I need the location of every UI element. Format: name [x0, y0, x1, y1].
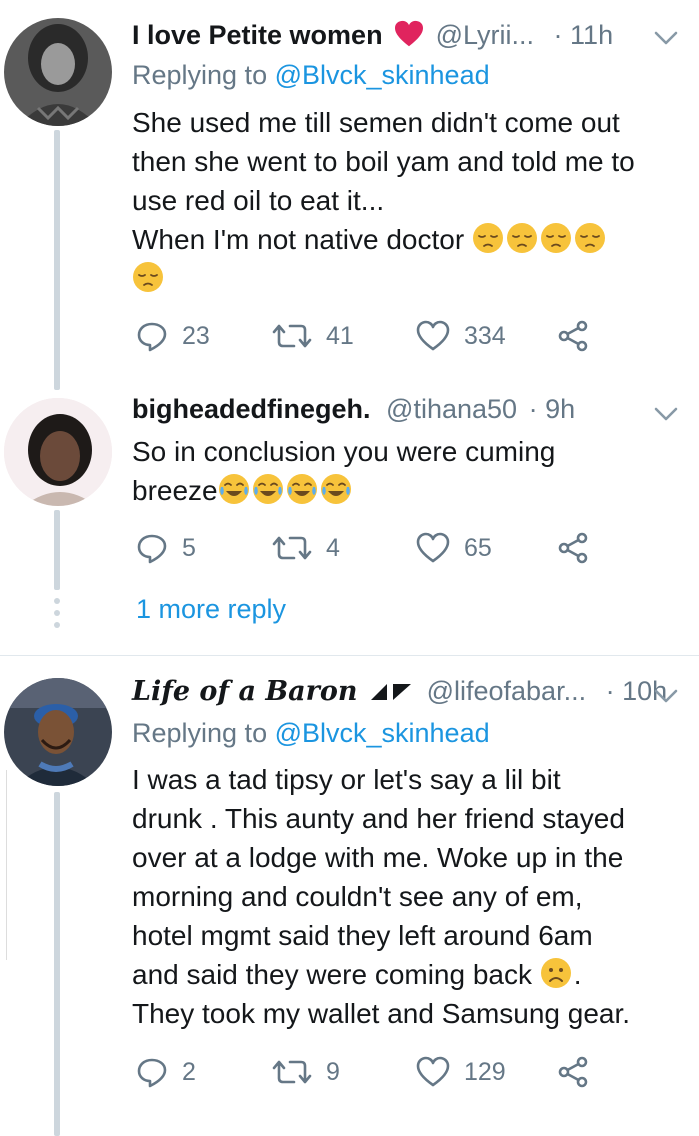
tweet-text: So in conclusion you were cuming breeze: [132, 432, 672, 510]
retweet-count: 41: [326, 321, 354, 350]
avatar[interactable]: [4, 18, 112, 126]
avatar[interactable]: [4, 398, 112, 506]
avatar[interactable]: [4, 678, 112, 786]
more-reply-link[interactable]: 1 more reply: [136, 594, 286, 625]
replying-prefix: Replying to: [132, 60, 275, 90]
pensive-emoji: [574, 222, 606, 254]
text-line: They took my wallet and Samsung gear.: [132, 998, 631, 1029]
reply-count: 23: [182, 321, 210, 350]
tweet-header: bigheadedfinegeh. @tihana50 · 9h: [132, 394, 699, 434]
text-line: then she went to boil yam and told me to: [132, 146, 635, 177]
tweet-actions: 23 41 334: [132, 316, 602, 356]
text-line: I was a tad tipsy or let's say a lil bit: [132, 764, 561, 795]
text-line: So in conclusion you were cuming: [132, 436, 556, 467]
timestamp[interactable]: · 9h: [529, 394, 576, 424]
tears-of-joy-emoji: [286, 473, 318, 505]
share-icon: [556, 320, 590, 352]
tweet-1[interactable]: I love Petite women @Lyrii... · 11h Repl…: [0, 0, 699, 390]
text-line-with-emoji: When I'm not native doctor: [132, 220, 672, 259]
replying-to: Replying to @Blvck_skinhead: [132, 60, 490, 91]
tweet-actions: 5 4 65: [132, 528, 602, 568]
tears-of-joy-emoji: [320, 473, 352, 505]
retweet-button[interactable]: 9: [272, 1052, 340, 1092]
reply-button[interactable]: 23: [136, 316, 210, 356]
mention-link[interactable]: @Blvck_skinhead: [275, 60, 490, 90]
retweet-button[interactable]: 41: [272, 316, 354, 356]
reply-icon: [136, 320, 168, 352]
heart-emoji: [395, 20, 424, 47]
tweet-header: I love Petite women @Lyrii... · 11h: [132, 20, 699, 60]
text-line: hotel mgmt said they left around 6am: [132, 920, 593, 951]
text-line: She used me till semen didn't come out: [132, 107, 620, 138]
frowning-emoji: [540, 957, 572, 989]
tweet-3[interactable]: Life of a Baron @lifeofabar... · 10h Rep…: [0, 656, 699, 1136]
like-icon: [416, 320, 450, 352]
replying-prefix: Replying to: [132, 718, 275, 748]
reply-button[interactable]: 2: [136, 1052, 196, 1092]
retweet-icon: [272, 532, 312, 564]
text-line: and said they were coming back: [132, 959, 532, 990]
text-line-with-emoji: and said they were coming back .: [132, 957, 582, 990]
emoji-line: [132, 259, 672, 298]
share-button[interactable]: [556, 1052, 604, 1092]
tweet-actions: 2 9 129: [132, 1052, 602, 1092]
tweet-header: Life of a Baron @lifeofabar... · 10h: [132, 676, 699, 716]
thread-line: [54, 792, 60, 1136]
share-button[interactable]: [556, 528, 604, 568]
pensive-emoji: [472, 222, 504, 254]
retweet-button[interactable]: 4: [272, 528, 340, 568]
reply-icon: [136, 532, 168, 564]
tweet-2[interactable]: bigheadedfinegeh. @tihana50 · 9h So in c…: [0, 380, 699, 650]
like-count: 65: [464, 533, 492, 562]
tears-of-joy-emoji: [218, 473, 250, 505]
text-line: morning and couldn't see any of em,: [132, 881, 583, 912]
like-button[interactable]: 129: [416, 1052, 506, 1092]
like-button[interactable]: 65: [416, 528, 492, 568]
reply-icon: [136, 1056, 168, 1088]
thread-dots: [54, 598, 60, 634]
text-line: over at a lodge with me. Woke up in the: [132, 842, 624, 873]
text-line: drunk . This aunty and her friend stayed: [132, 803, 625, 834]
chevron-down-icon[interactable]: [653, 686, 679, 706]
reply-button[interactable]: 5: [136, 528, 196, 568]
display-name[interactable]: Life of a Baron: [132, 676, 358, 707]
share-icon: [556, 532, 590, 564]
reply-count: 2: [182, 1057, 196, 1086]
retweet-count: 4: [326, 533, 340, 562]
thread-line: [54, 510, 60, 590]
share-icon: [556, 1056, 590, 1088]
play-triangle-icon: [371, 684, 412, 700]
user-handle[interactable]: @tihana50: [386, 394, 517, 424]
retweet-count: 9: [326, 1057, 340, 1086]
display-name[interactable]: I love Petite women: [132, 20, 383, 50]
pensive-emoji: [132, 261, 164, 293]
reply-count: 5: [182, 533, 196, 562]
text-line-with-emoji: breeze: [132, 471, 672, 510]
like-count: 334: [464, 321, 506, 350]
share-button[interactable]: [556, 316, 604, 356]
pensive-emoji: [506, 222, 538, 254]
replying-to: Replying to @Blvck_skinhead: [132, 718, 490, 749]
thread-line: [54, 130, 60, 390]
tears-of-joy-emoji: [252, 473, 284, 505]
retweet-icon: [272, 320, 312, 352]
text-line: use red oil to eat it...: [132, 185, 385, 216]
tweet-text: I was a tad tipsy or let's say a lil bit…: [132, 760, 672, 1033]
chevron-down-icon[interactable]: [653, 28, 679, 48]
tweet-text: She used me till semen didn't come out t…: [132, 103, 672, 298]
user-handle[interactable]: @lifeofabar...: [427, 676, 587, 706]
display-name[interactable]: bigheadedfinegeh.: [132, 394, 371, 424]
mention-link[interactable]: @Blvck_skinhead: [275, 718, 490, 748]
text-line: breeze: [132, 475, 218, 506]
like-icon: [416, 532, 450, 564]
timestamp[interactable]: · 11h: [554, 20, 614, 50]
like-button[interactable]: 334: [416, 316, 506, 356]
like-icon: [416, 1056, 450, 1088]
pensive-emoji: [540, 222, 572, 254]
retweet-icon: [272, 1056, 312, 1088]
chevron-down-icon[interactable]: [653, 404, 679, 424]
user-handle[interactable]: @Lyrii...: [436, 20, 534, 50]
like-count: 129: [464, 1057, 506, 1086]
text-line: When I'm not native doctor: [132, 224, 465, 255]
